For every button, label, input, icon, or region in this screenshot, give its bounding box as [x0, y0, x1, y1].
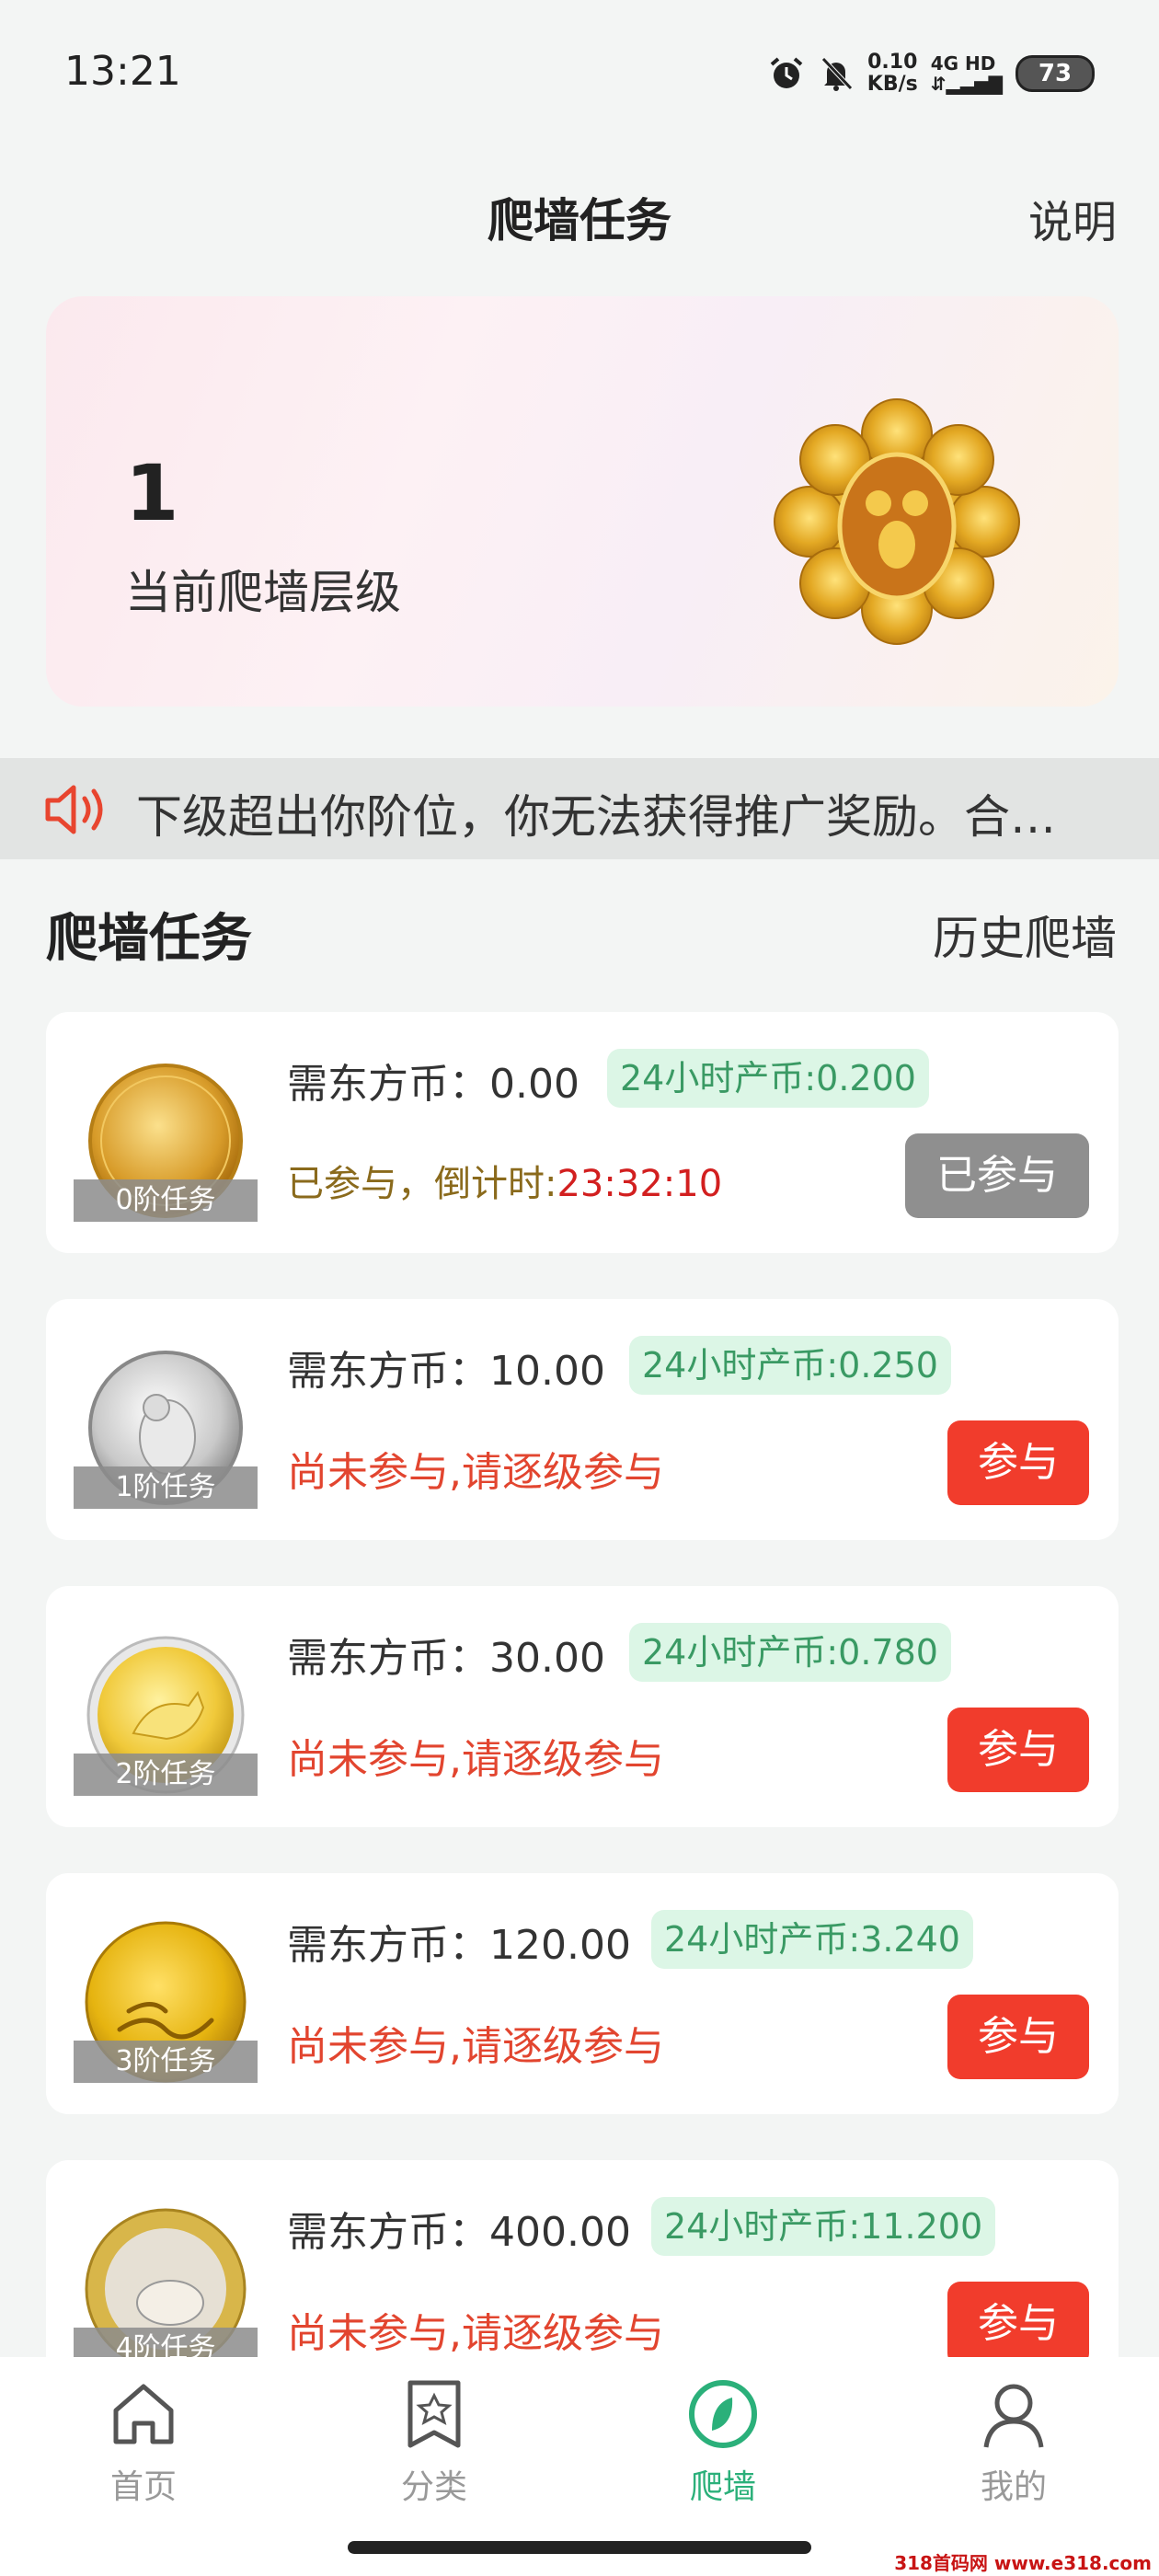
not-joined-status: 尚未参与,请逐级参与: [287, 1736, 664, 1783]
notice-text: 下级超出你阶位，你无法获得推广奖励。合…: [136, 790, 1056, 844]
mute-bell-icon: [820, 57, 853, 91]
tab-climb[interactable]: 爬墙: [631, 2375, 815, 2508]
status-time: 13:21: [64, 48, 181, 95]
task-card-0: 0阶任务 需东方币：0.00 24小时产币:0.200 已参与，倒计时:23:3…: [46, 1012, 1119, 1253]
required-coin: 需东方币：30.00: [287, 1635, 605, 1682]
tab-home[interactable]: 首页: [52, 2375, 235, 2508]
network-indicator: 4G HD ⇵▂▃▅▇: [930, 52, 1003, 95]
task-card-2: 2阶任务 需东方币：30.00 24小时产币:0.780 尚未参与,请逐级参与 …: [46, 1586, 1119, 1827]
not-joined-status: 尚未参与,请逐级参与: [287, 1449, 664, 1496]
join-button[interactable]: 参与: [947, 2282, 1089, 2366]
status-bar: 13:21 0.10 KB/s 4G HD ⇵▂▃▅▇ 73: [0, 0, 1159, 147]
history-link[interactable]: 历史爬墙: [933, 902, 1117, 968]
section-title: 爬墙任务: [46, 909, 252, 969]
watermark: 318首码网 www.e318.com: [894, 2552, 1152, 2574]
joined-status: 已参与，倒计时:23:32:10: [287, 1163, 723, 1205]
climb-icon: [689, 2380, 757, 2448]
task-level-label: 0阶任务: [74, 1179, 258, 1222]
help-button[interactable]: 说明: [1028, 186, 1117, 250]
battery-indicator: 73: [1016, 55, 1095, 92]
join-button[interactable]: 参与: [947, 1708, 1089, 1792]
task-level-label: 1阶任务: [74, 1466, 258, 1509]
required-coin: 需东方币：120.00: [287, 1922, 631, 1969]
output-badge: 24小时产币:0.250: [629, 1336, 951, 1395]
home-icon: [113, 2384, 174, 2444]
output-badge: 24小时产币:0.780: [629, 1623, 951, 1682]
not-joined-status: 尚未参与,请逐级参与: [287, 2310, 664, 2357]
join-button[interactable]: 参与: [947, 1995, 1089, 2079]
current-level-value: 1: [125, 448, 179, 538]
output-badge: 24小时产币:3.240: [651, 1910, 973, 1969]
tab-category[interactable]: 分类: [342, 2375, 526, 2508]
required-coin: 需东方币：10.00: [287, 1348, 605, 1395]
required-coin: 需东方币：400.00: [287, 2209, 631, 2256]
join-button[interactable]: 参与: [947, 1420, 1089, 1505]
alarm-icon: [770, 57, 803, 88]
task-card-3: 3阶任务 需东方币：120.00 24小时产币:3.240 尚未参与,请逐级参与…: [46, 1873, 1119, 2114]
task-level-label: 2阶任务: [74, 1754, 258, 1796]
notice-bar[interactable]: 下级超出你阶位，你无法获得推广奖励。合…: [0, 758, 1159, 859]
joined-button[interactable]: 已参与: [905, 1133, 1089, 1218]
required-coin: 需东方币：0.00: [287, 1061, 580, 1108]
tab-mine[interactable]: 我的: [922, 2375, 1106, 2508]
home-indicator[interactable]: [348, 2541, 811, 2554]
task-card-1: 1阶任务 需东方币：10.00 24小时产币:0.250 尚未参与,请逐级参与 …: [46, 1299, 1119, 1540]
current-level-label: 当前爬墙层级: [125, 566, 401, 619]
user-icon: [983, 2384, 1044, 2448]
net-speed: 0.10 KB/s: [866, 51, 918, 96]
output-badge: 24小时产币:0.200: [607, 1049, 929, 1108]
category-icon: [407, 2380, 461, 2448]
not-joined-status: 尚未参与,请逐级参与: [287, 2023, 664, 2070]
level-banner: 1 当前爬墙层级: [46, 296, 1119, 707]
output-badge: 24小时产币:11.200: [651, 2197, 996, 2256]
task-level-label: 3阶任务: [74, 2041, 258, 2083]
page-title: 爬墙任务: [488, 194, 671, 247]
speaker-icon: [45, 785, 103, 834]
countdown-timer: 23:32:10: [557, 1163, 723, 1205]
gold-medal-icon: [774, 398, 1020, 645]
